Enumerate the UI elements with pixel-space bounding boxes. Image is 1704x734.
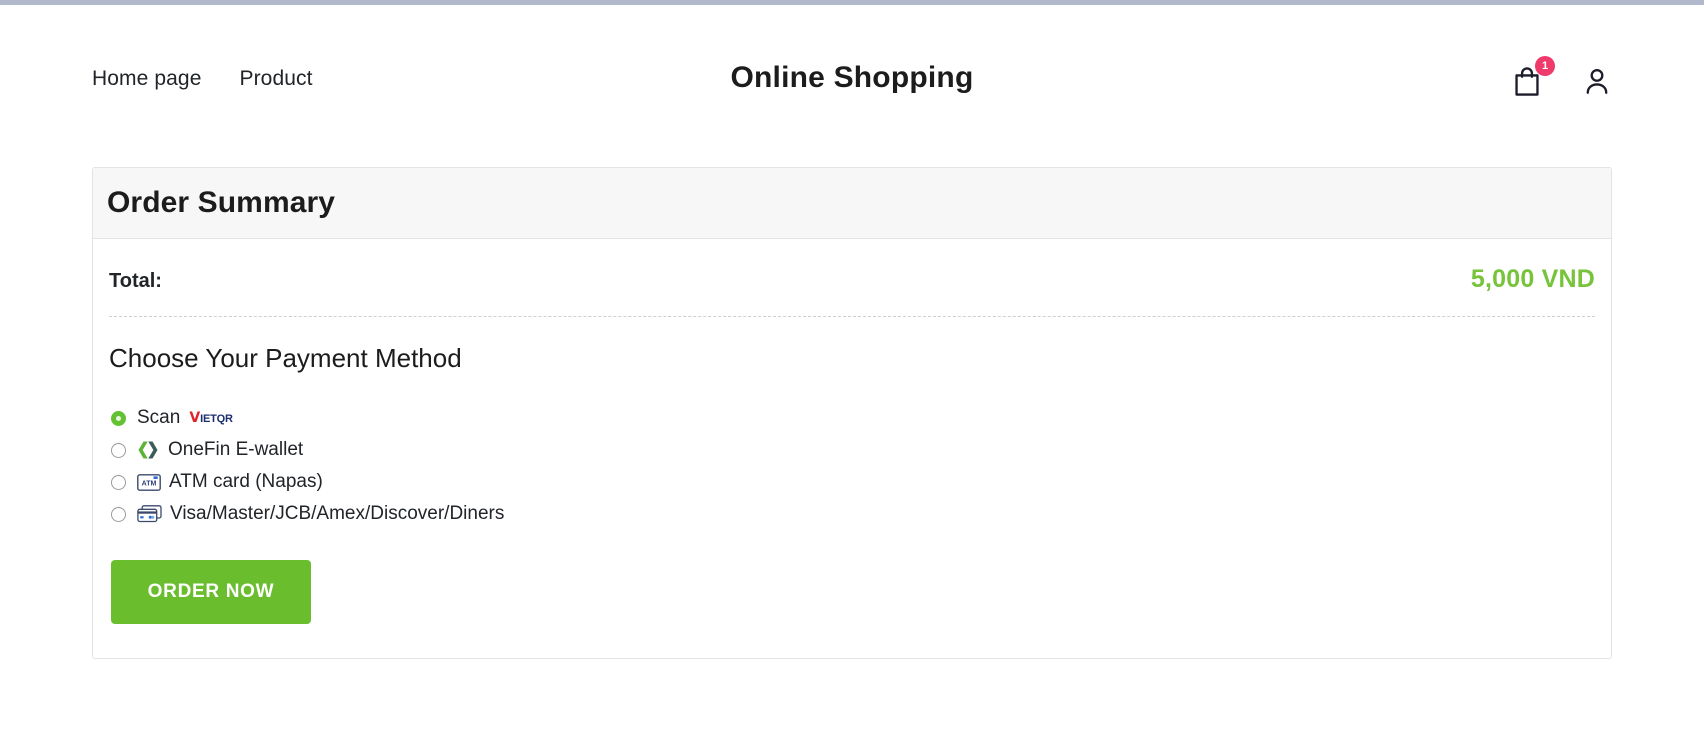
shopping-bag-icon — [1512, 67, 1542, 101]
payment-method-heading: Choose Your Payment Method — [109, 343, 462, 373]
credit-cards-icon — [137, 505, 162, 523]
payment-option-scan[interactable]: Scan V IETQR — [111, 402, 1597, 434]
order-summary-title: Order Summary — [107, 186, 336, 219]
order-summary-card-body: Total: 5,000 VND Choose Your Payment Met… — [93, 239, 1611, 658]
payment-option-international-card-label: Visa/Master/JCB/Amex/Discover/Diners — [170, 503, 505, 524]
payment-option-scan-label: Scan — [137, 407, 181, 428]
svg-text:ATM: ATM — [142, 480, 157, 487]
vietqr-logo: V IETQR — [189, 410, 233, 426]
radio-international-card[interactable] — [111, 506, 126, 522]
total-amount: 5,000 VND — [1470, 265, 1595, 293]
atm-card-icon: ATM — [137, 473, 161, 491]
payment-option-atm-card-label: ATM card (Napas) — [169, 471, 323, 492]
order-summary-card: Order Summary Total: 5,000 VND Choose Yo… — [92, 167, 1612, 659]
header-actions: 1 — [1512, 56, 1612, 97]
cart-badge: 1 — [1535, 56, 1555, 76]
payment-method-list: Scan V IETQR OneFin E-wallet ATM ATM car… — [107, 402, 1597, 530]
payment-option-atm-card[interactable]: ATM ATM card (Napas) — [111, 466, 1597, 498]
site-header: Home page Product Online Shopping 1 — [0, 5, 1704, 113]
radio-scan[interactable] — [111, 410, 126, 426]
vietqr-logo-v: V — [189, 410, 201, 426]
radio-onefin[interactable] — [111, 442, 126, 458]
total-label: Total: — [109, 270, 162, 292]
onefin-chevrons-logo — [137, 440, 159, 460]
radio-atm-card[interactable] — [111, 474, 126, 490]
payment-option-onefin[interactable]: OneFin E-wallet — [111, 434, 1597, 466]
section-divider — [109, 316, 1595, 317]
cart-button[interactable]: 1 — [1512, 56, 1555, 97]
user-account-button[interactable] — [1582, 65, 1612, 97]
order-now-button[interactable]: ORDER NOW — [111, 560, 311, 624]
user-account-icon — [1586, 68, 1608, 94]
vietqr-logo-text: IETQR — [200, 413, 233, 425]
payment-option-international-card[interactable]: Visa/Master/JCB/Amex/Discover/Diners — [111, 498, 1597, 530]
order-summary-card-header: Order Summary — [93, 168, 1611, 239]
payment-option-onefin-label: OneFin E-wallet — [168, 439, 304, 460]
total-row: Total: 5,000 VND — [107, 265, 1597, 294]
page-title: Online Shopping — [730, 61, 974, 94]
